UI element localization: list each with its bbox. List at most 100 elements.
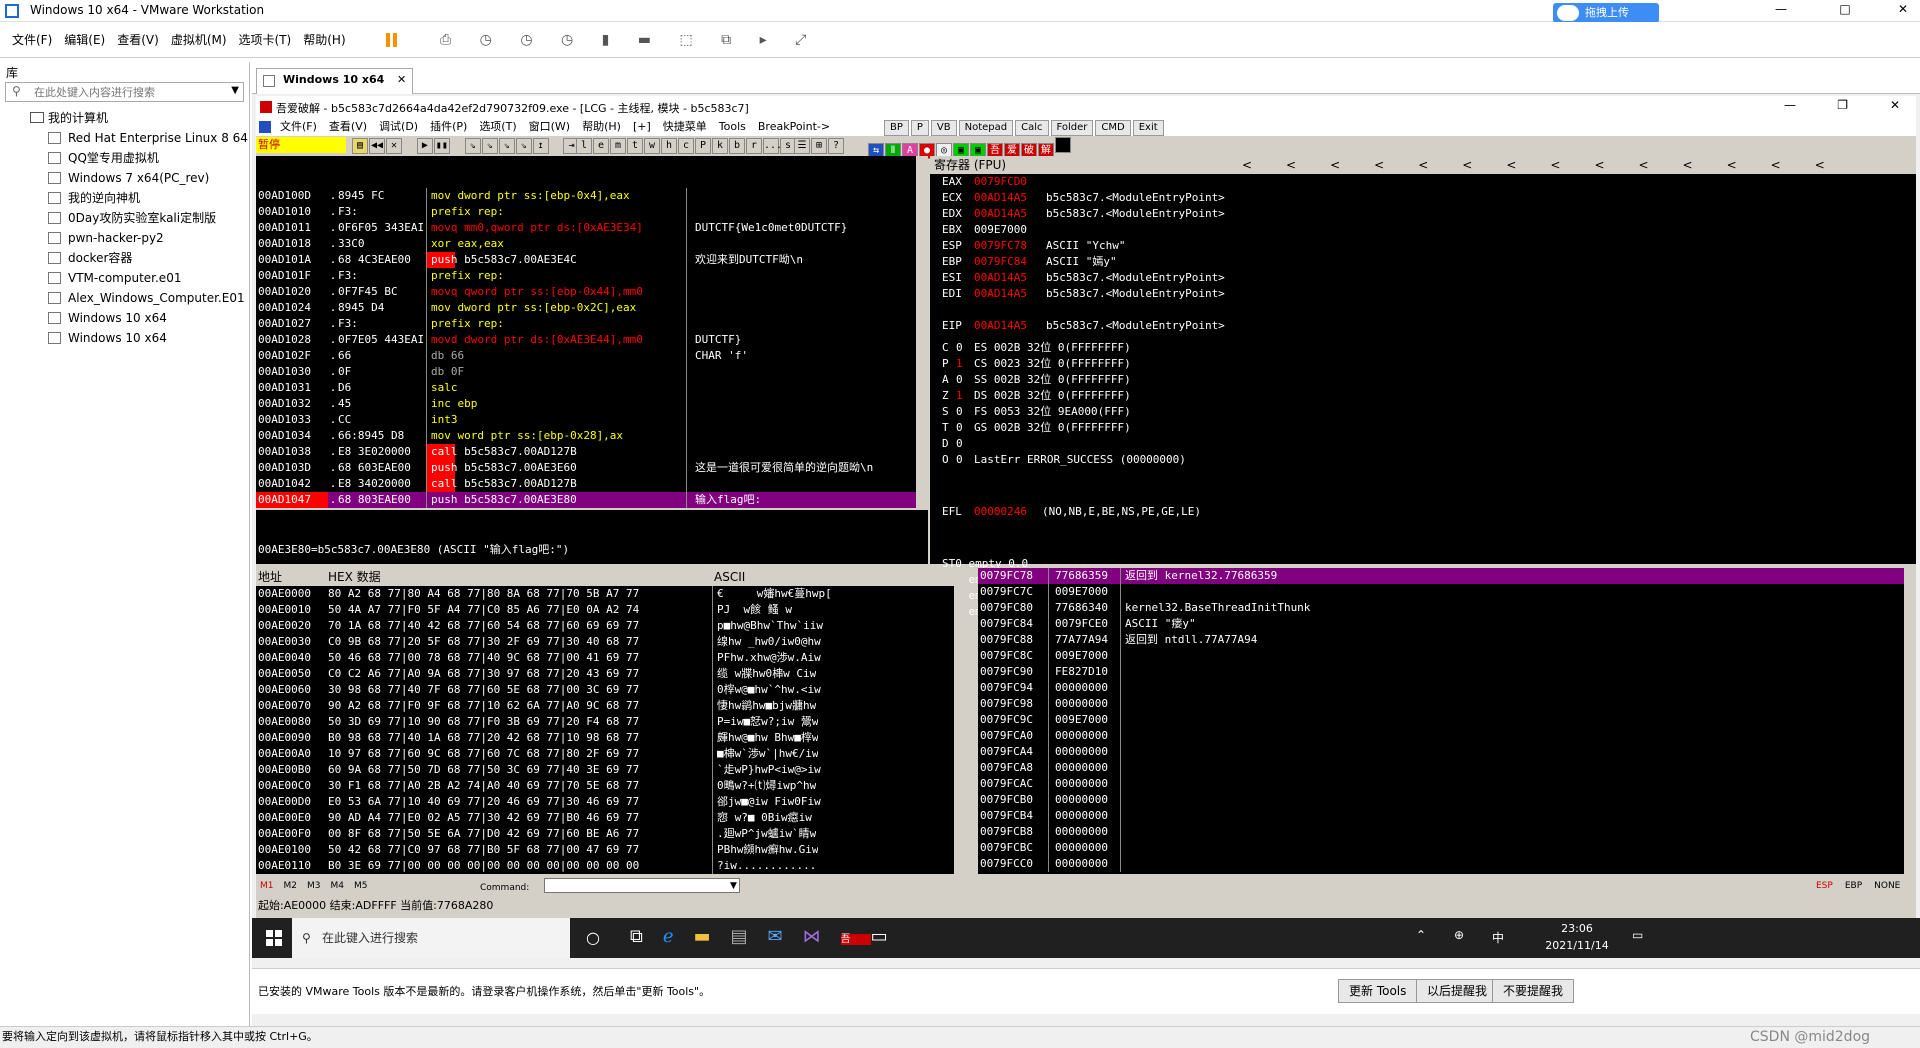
- tray-chevron-icon[interactable]: ⌃: [1416, 928, 1426, 942]
- debugger-menu-item[interactable]: 文件(F): [280, 120, 317, 133]
- memory-tab[interactable]: M1: [260, 881, 274, 891]
- debugger-close[interactable]: ✕: [1890, 98, 1900, 112]
- dont-remind-button[interactable]: 不要提醒我: [1492, 979, 1575, 1003]
- debugger-menu-item[interactable]: 查看(V): [329, 120, 367, 133]
- flag-bit[interactable]: 1: [956, 388, 974, 404]
- tree-root[interactable]: 我的计算机: [0, 108, 249, 128]
- dump-row[interactable]: 00AE0110 B0 3E 69 77|00 00 00 00|00 00 00…: [256, 858, 954, 874]
- register-row[interactable]: EBP 0079FC84 ASCII "嫣y": [942, 254, 1916, 270]
- command-input[interactable]: [544, 878, 740, 893]
- register-value[interactable]: 00AD14A5: [974, 286, 1046, 302]
- register-row[interactable]: EIP 00AD14A5 b5c583c7.<ModuleEntryPoint>: [942, 318, 1916, 334]
- register-value[interactable]: 00AD14A5: [974, 190, 1046, 206]
- disasm-row[interactable]: 00AD1018. 33C0 xor eax,eax: [256, 236, 916, 252]
- plugin-toolbar-button[interactable]: VB: [930, 120, 957, 136]
- stack-row[interactable]: 0079FC80 77686340 kernel32.BaseThreadInitT…: [978, 600, 1904, 616]
- register-value[interactable]: [974, 302, 1046, 318]
- window-letter-button[interactable]: r: [746, 138, 762, 154]
- dump-scrollbar[interactable]: [954, 568, 966, 874]
- dump-row[interactable]: 00AE0030 C0 9B 68 77|20 5F 68 77|30 2F 69…: [256, 634, 954, 650]
- stack-row[interactable]: 0079FC84 0079FCE0 ASCII "瘘y": [978, 616, 1904, 632]
- window-letter-button[interactable]: b: [729, 138, 745, 154]
- register-row[interactable]: ESI 00AD14A5 b5c583c7.<ModuleEntryPoint>: [942, 270, 1916, 286]
- library-vm-item[interactable]: VTM-computer.e01: [0, 268, 249, 288]
- library-search-input[interactable]: [34, 84, 214, 100]
- stack-mode-label[interactable]: NONE: [1874, 881, 1900, 891]
- window-letter-button[interactable]: t: [627, 138, 643, 154]
- taskbar-search[interactable]: ⚲ 在此键入进行搜索: [292, 918, 570, 958]
- disasm-row[interactable]: 00AD102F. 66 db 66 CHAR 'f': [256, 348, 916, 364]
- flag-row[interactable]: O 0 LastErr ERROR_SUCCESS (00000000): [942, 452, 1916, 468]
- stack-row[interactable]: 0079FC78 77686359 返回到 kernel32.77686359: [978, 568, 1904, 584]
- flag-bit[interactable]: 0: [956, 420, 974, 436]
- clock-date[interactable]: 2021/11/14: [1542, 939, 1612, 952]
- plugin-toolbar-button[interactable]: Folder: [1050, 120, 1094, 136]
- stack-row[interactable]: 0079FC94 00000000: [978, 680, 1904, 696]
- menu-item[interactable]: 编辑(E): [58, 22, 111, 58]
- task-view-icon[interactable]: ○: [586, 928, 600, 947]
- notification-icon[interactable]: ▭: [1632, 928, 1643, 942]
- debugger-minimize[interactable]: —: [1784, 98, 1796, 112]
- vm-tab[interactable]: Windows 10 x64 ✕: [256, 68, 414, 94]
- flag-row[interactable]: S 0 FS 0053 32位 9EA000(FFF): [942, 404, 1916, 420]
- window-letter-button[interactable]: P: [695, 138, 711, 154]
- menu-item[interactable]: 虚拟机(M): [165, 22, 233, 58]
- disasm-row[interactable]: 00AD1028. 0F7E05 443EAI movd dword ptr ds:…: [256, 332, 916, 348]
- register-row[interactable]: ECX 00AD14A5 b5c583c7.<ModuleEntryPoint>: [942, 190, 1916, 206]
- command-dropdown-icon[interactable]: ▼: [730, 876, 737, 896]
- register-row[interactable]: EAX 0079FCD0: [942, 174, 1916, 190]
- memory-tab[interactable]: M5: [354, 881, 368, 891]
- register-nav-arrows[interactable]: <<<<<<<<<<<<<<: [1242, 156, 1859, 174]
- debugger-menu-item[interactable]: 帮助(H): [582, 120, 621, 133]
- dump-row[interactable]: 00AE0050 C0 C2 A6 77|A0 9A 68 77|30 97 68…: [256, 666, 954, 682]
- dump-row[interactable]: 00AE00C0 30 F1 68 77|A0 2B A2 74|A0 40 69…: [256, 778, 954, 794]
- stack-scrollbar[interactable]: [1904, 568, 1916, 874]
- disasm-row[interactable]: 00AD1038. E8 3E020000 call b5c583c7.00AD12…: [256, 444, 916, 460]
- stack-mode-label[interactable]: EBP: [1845, 881, 1862, 891]
- dump-row[interactable]: 00AE0080 50 3D 69 77|10 90 68 77|F0 3B 69…: [256, 714, 954, 730]
- plugin-toolbar-button[interactable]: Notepad: [958, 120, 1014, 136]
- disasm-row[interactable]: 00AD101F. F3: prefix rep:: [256, 268, 916, 284]
- register-row[interactable]: [942, 302, 1916, 318]
- dump-row[interactable]: 00AE0010 50 4A A7 77|F0 5F A4 77|C0 85 A6…: [256, 602, 954, 618]
- disasm-row[interactable]: 00AD1020. 0F7F45 BC movq qword ptr ss:[ebp…: [256, 284, 916, 300]
- disasm-row[interactable]: 00AD103D. 68 603EAE00 push b5c583c7.00AE3E…: [256, 460, 916, 476]
- register-row[interactable]: ESP 0079FC78 ASCII "Ychw": [942, 238, 1916, 254]
- remind-later-button[interactable]: 以后提醒我: [1416, 979, 1499, 1003]
- library-vm-item[interactable]: Alex_Windows_Computer.E01: [0, 288, 249, 308]
- stack-pane[interactable]: 0079FC78 77686359 返回到 kernel32.77686359 007…: [978, 568, 1904, 874]
- register-value[interactable]: 00AD14A5: [974, 318, 1046, 334]
- window-letter-button[interactable]: m: [610, 138, 626, 154]
- stack-row[interactable]: 0079FC9C 009E7000: [978, 712, 1904, 728]
- plugin-toolbar-button[interactable]: P: [910, 120, 929, 136]
- library-vm-item[interactable]: Windows 10 x64: [0, 308, 249, 328]
- register-row[interactable]: EDX 00AD14A5 b5c583c7.<ModuleEntryPoint>: [942, 206, 1916, 222]
- register-value[interactable]: 0079FC78: [974, 238, 1046, 254]
- ime-indicator[interactable]: 中: [1492, 929, 1504, 946]
- memory-tab[interactable]: M2: [284, 881, 298, 891]
- stack-row[interactable]: 0079FCA4 00000000: [978, 744, 1904, 760]
- dump-row[interactable]: 00AE00E0 90 AD A4 77|E0 02 A5 77|30 42 69…: [256, 810, 954, 826]
- stack-row[interactable]: 0079FC7C 009E7000: [978, 584, 1904, 600]
- dump-row[interactable]: 00AE0040 50 46 68 77|00 78 68 77|40 9C 68…: [256, 650, 954, 666]
- stack-row[interactable]: 0079FC90 FE827D10: [978, 664, 1904, 680]
- debugger-menu-item[interactable]: 窗口(W): [529, 120, 570, 133]
- window-letter-button[interactable]: k: [712, 138, 728, 154]
- dump-row[interactable]: 00AE0000 80 A2 68 77|80 A4 68 77|80 8A 68…: [256, 586, 954, 602]
- debugger-maximize[interactable]: ❐: [1837, 98, 1848, 112]
- disassembly-pane[interactable]: 00AD100D. 8945 FC mov dword ptr ss:[ebp-0x…: [256, 156, 916, 508]
- plugin-toolbar-button[interactable]: CMD: [1095, 120, 1131, 136]
- disasm-row[interactable]: 00AD1047. 68 803EAE00 push b5c583c7.00AE3E…: [256, 492, 916, 508]
- register-row[interactable]: EDI 00AD14A5 b5c583c7.<ModuleEntryPoint>: [942, 286, 1916, 302]
- dump-row[interactable]: 00AE00B0 60 9A 68 77|50 7D 68 77|50 3C 69…: [256, 762, 954, 778]
- menu-item[interactable]: 查看(V): [111, 22, 165, 58]
- view-icons[interactable]: ☰ ⊞?: [794, 137, 845, 154]
- register-value[interactable]: 00AD14A5: [974, 206, 1046, 222]
- dump-row[interactable]: 00AE00A0 10 97 68 77|60 9C 68 77|60 7C 68…: [256, 746, 954, 762]
- disasm-row[interactable]: 00AD1030. 0F db 0F: [256, 364, 916, 380]
- stack-row[interactable]: 0079FCA8 00000000: [978, 760, 1904, 776]
- debugger-menu-item[interactable]: 插件(P): [430, 120, 467, 133]
- register-row[interactable]: EBX 009E7000: [942, 222, 1916, 238]
- chevron-down-icon[interactable]: ▼: [231, 85, 239, 96]
- plugin-toolbar-button[interactable]: Exit: [1132, 120, 1164, 136]
